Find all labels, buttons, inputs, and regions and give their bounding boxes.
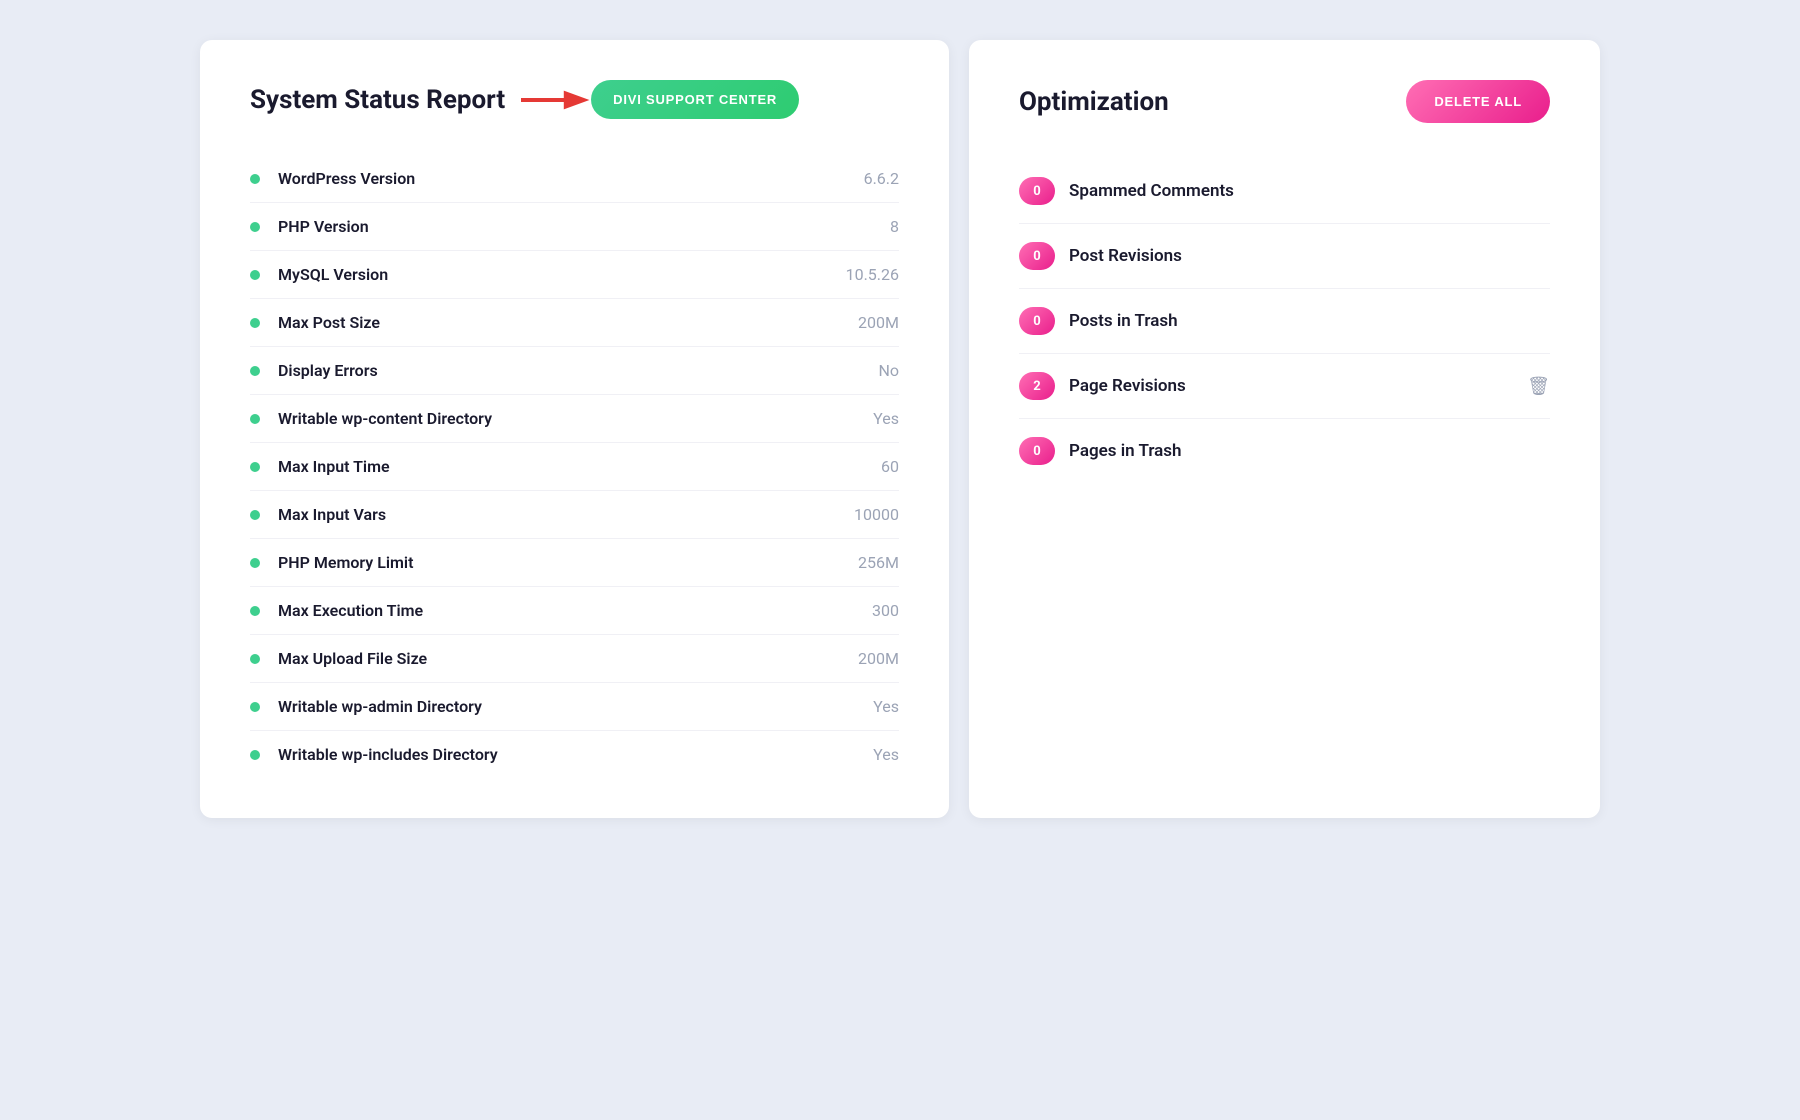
optimization-panel: Optimization DELETE ALL 0 Spammed Commen… <box>969 40 1600 818</box>
row-label: Max Post Size <box>278 313 858 332</box>
status-dot <box>250 222 260 232</box>
opt-item-label: Post Revisions <box>1069 246 1550 266</box>
count-badge: 0 <box>1019 242 1055 270</box>
right-header: Optimization DELETE ALL <box>1019 80 1550 123</box>
optimization-row: 0 Pages in Trash <box>1019 419 1550 483</box>
system-row: Max Input Vars 10000 <box>250 491 899 539</box>
arrow-icon <box>521 82 591 118</box>
row-label: Max Input Vars <box>278 505 854 524</box>
system-row: PHP Memory Limit 256M <box>250 539 899 587</box>
row-label: PHP Memory Limit <box>278 553 858 572</box>
row-label: Writable wp-admin Directory <box>278 697 873 716</box>
opt-item-label: Posts in Trash <box>1069 311 1550 331</box>
row-label: PHP Version <box>278 217 890 236</box>
system-row: Max Post Size 200M <box>250 299 899 347</box>
row-value: No <box>878 361 899 380</box>
row-value: Yes <box>873 409 899 428</box>
status-dot <box>250 270 260 280</box>
row-value: 10.5.26 <box>846 265 899 284</box>
optimization-row: 0 Posts in Trash <box>1019 289 1550 354</box>
row-value: 256M <box>858 553 899 572</box>
system-row: Writable wp-admin Directory Yes <box>250 683 899 731</box>
left-header: System Status Report DIVI SUPPORT CENTER <box>250 80 899 119</box>
row-value: 10000 <box>854 505 899 524</box>
status-dot <box>250 414 260 424</box>
row-value: 200M <box>858 649 899 668</box>
optimization-rows: 0 Spammed Comments 0 Post Revisions 0 Po… <box>1019 159 1550 483</box>
row-label: Max Execution Time <box>278 601 872 620</box>
system-row: Max Input Time 60 <box>250 443 899 491</box>
status-dot <box>250 366 260 376</box>
system-row: Writable wp-includes Directory Yes <box>250 731 899 778</box>
system-row: Display Errors No <box>250 347 899 395</box>
status-dot <box>250 558 260 568</box>
row-label: WordPress Version <box>278 169 864 188</box>
optimization-row: 0 Post Revisions <box>1019 224 1550 289</box>
arrow-wrapper: DIVI SUPPORT CENTER <box>521 80 799 119</box>
count-badge: 0 <box>1019 437 1055 465</box>
system-row: Max Upload File Size 200M <box>250 635 899 683</box>
optimization-row: 0 Spammed Comments <box>1019 159 1550 224</box>
optimization-row: 2 Page Revisions 🗑 <box>1019 354 1550 419</box>
system-row: MySQL Version 10.5.26 <box>250 251 899 299</box>
system-row: Max Execution Time 300 <box>250 587 899 635</box>
row-value: 60 <box>881 457 899 476</box>
divi-support-center-button[interactable]: DIVI SUPPORT CENTER <box>591 80 799 119</box>
system-row: Writable wp-content Directory Yes <box>250 395 899 443</box>
row-value: 8 <box>890 217 899 236</box>
row-label: Writable wp-content Directory <box>278 409 873 428</box>
count-badge: 0 <box>1019 177 1055 205</box>
system-row: WordPress Version 6.6.2 <box>250 155 899 203</box>
row-label: Writable wp-includes Directory <box>278 745 873 764</box>
row-value: 300 <box>872 601 899 620</box>
status-dot <box>250 318 260 328</box>
delete-all-button[interactable]: DELETE ALL <box>1406 80 1550 123</box>
opt-item-label: Page Revisions <box>1069 376 1513 396</box>
status-dot <box>250 750 260 760</box>
row-value: Yes <box>873 745 899 764</box>
main-container: System Status Report DIVI SUPPORT CENTER… <box>200 40 1600 818</box>
row-label: Display Errors <box>278 361 878 380</box>
status-dot <box>250 462 260 472</box>
system-row: PHP Version 8 <box>250 203 899 251</box>
optimization-title: Optimization <box>1019 87 1169 117</box>
row-value: 200M <box>858 313 899 332</box>
row-value: Yes <box>873 697 899 716</box>
count-badge: 2 <box>1019 372 1055 400</box>
row-label: MySQL Version <box>278 265 846 284</box>
status-dot <box>250 654 260 664</box>
row-label: Max Upload File Size <box>278 649 858 668</box>
row-value: 6.6.2 <box>864 169 899 188</box>
trash-icon[interactable]: 🗑 <box>1527 376 1550 397</box>
opt-item-label: Spammed Comments <box>1069 181 1550 201</box>
system-status-title: System Status Report <box>250 85 505 115</box>
opt-item-label: Pages in Trash <box>1069 441 1550 461</box>
count-badge: 0 <box>1019 307 1055 335</box>
row-label: Max Input Time <box>278 457 881 476</box>
status-dot <box>250 702 260 712</box>
status-dot <box>250 174 260 184</box>
system-status-panel: System Status Report DIVI SUPPORT CENTER… <box>200 40 949 818</box>
system-rows: WordPress Version 6.6.2 PHP Version 8 My… <box>250 155 899 778</box>
status-dot <box>250 606 260 616</box>
status-dot <box>250 510 260 520</box>
